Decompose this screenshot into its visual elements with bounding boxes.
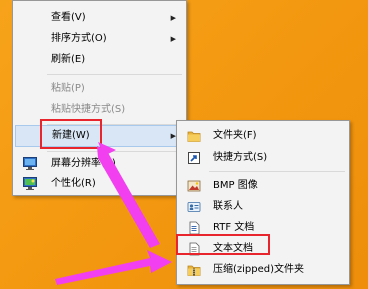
arrow-to-text-document-icon: [55, 250, 172, 285]
arrow-to-new-icon: [97, 146, 160, 248]
annotation-arrows: [55, 142, 172, 285]
